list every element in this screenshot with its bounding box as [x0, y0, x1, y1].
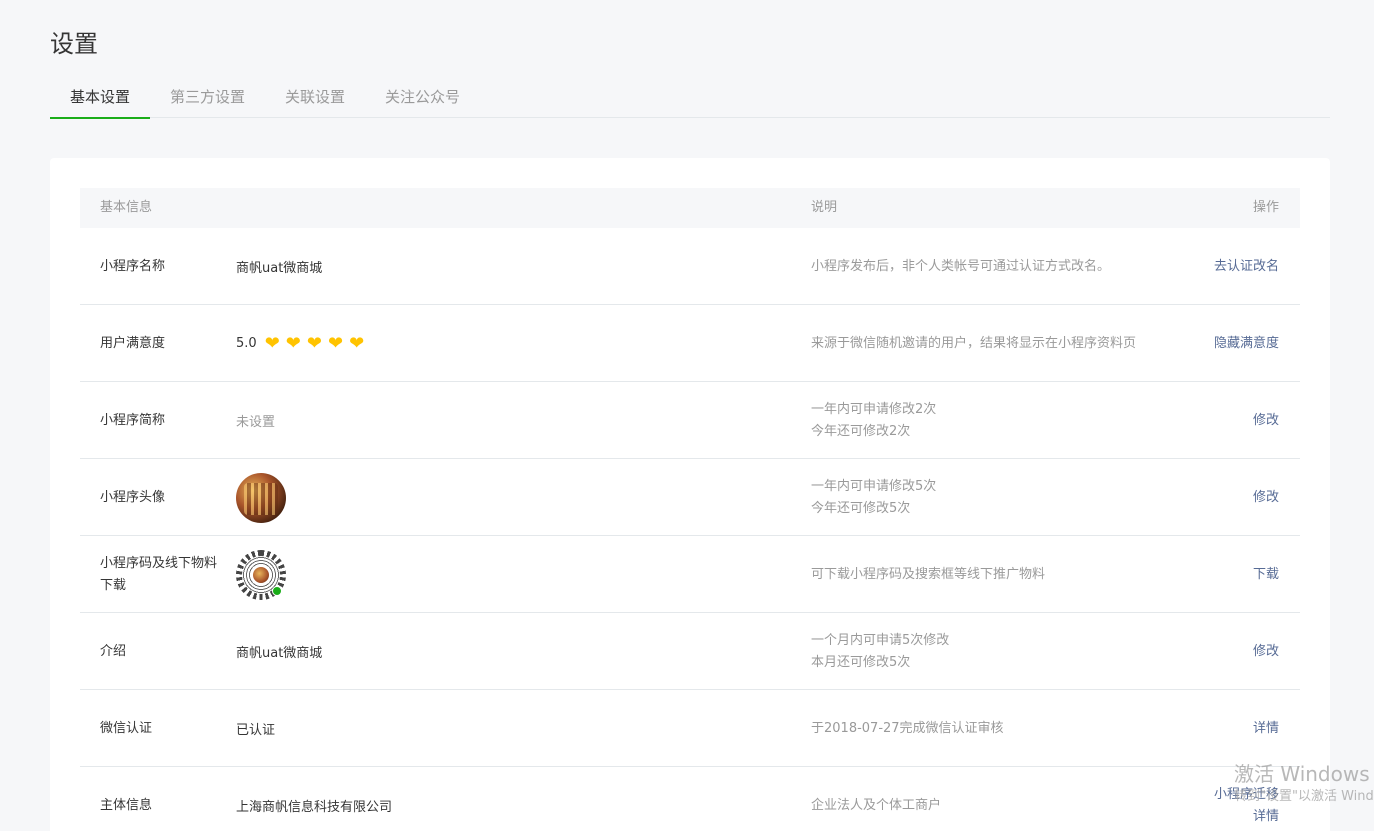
satisfaction-score: 5.0: [236, 336, 257, 351]
certification-details-link[interactable]: 详情: [1253, 718, 1279, 740]
row-operations: 隐藏满意度: [1214, 305, 1279, 382]
migrate-mini-program-link[interactable]: 小程序迁移: [1214, 784, 1279, 806]
row-label: 主体信息: [100, 797, 153, 813]
table-row-wechat-certification: 微信认证 已认证 于2018-07-27完成微信认证审核 详情: [80, 690, 1300, 767]
row-value: 未设置: [236, 415, 276, 430]
row-value: [236, 459, 286, 536]
row-value: [236, 536, 286, 613]
heart-icon: ❤: [349, 332, 365, 354]
table-header: 基本信息 说明 操作: [80, 188, 1300, 228]
mini-program-code-image: [236, 549, 286, 600]
tab-basic-settings[interactable]: 基本设置: [50, 76, 151, 119]
row-value: 5.0 ❤ ❤ ❤ ❤ ❤: [236, 305, 370, 382]
row-value: 上海商帆信息科技有限公司: [236, 800, 393, 815]
heart-icon: ❤: [264, 332, 280, 354]
tab-follow-official-account[interactable]: 关注公众号: [365, 76, 480, 118]
header-description: 说明: [811, 200, 838, 215]
row-value: 商帆uat微商城: [236, 646, 323, 661]
modify-avatar-link[interactable]: 修改: [1253, 487, 1279, 509]
row-description: 一个月内可申请5次修改 本月还可修改5次: [811, 613, 949, 690]
modify-introduction-link[interactable]: 修改: [1253, 641, 1279, 663]
description-line: 本月还可修改5次: [811, 654, 911, 670]
table-row-qrcode-materials: 小程序码及线下物料下载 可下载小程序码及搜索框等线下推广物料 下载: [80, 536, 1300, 613]
row-operations: 小程序迁移 详情: [1214, 767, 1279, 831]
description-line: 企业法人及个体工商户: [811, 797, 942, 813]
row-description: 小程序发布后，非个人类帐号可通过认证方式改名。: [811, 228, 1110, 305]
row-value: 商帆uat微商城: [236, 261, 323, 276]
description-line: 一年内可申请修改2次: [811, 401, 937, 417]
download-link[interactable]: 下载: [1253, 564, 1279, 586]
row-value: 已认证: [236, 723, 276, 738]
description-line: 一个月内可申请5次修改: [811, 632, 950, 648]
description-line: 一年内可申请修改5次: [811, 478, 937, 494]
description-line: 今年还可修改2次: [811, 423, 911, 439]
entity-details-link[interactable]: 详情: [1253, 806, 1279, 828]
description-line: 可下载小程序码及搜索框等线下推广物料: [811, 566, 1046, 582]
row-operations: 去认证改名: [1214, 228, 1279, 305]
row-operations: 修改: [1253, 613, 1279, 690]
table-row-entity-info: 主体信息 上海商帆信息科技有限公司 企业法人及个体工商户 小程序迁移 详情: [80, 767, 1300, 831]
modify-short-name-link[interactable]: 修改: [1253, 410, 1279, 432]
row-operations: 修改: [1253, 459, 1279, 536]
row-description: 可下载小程序码及搜索框等线下推广物料: [811, 536, 1045, 613]
row-description: 于2018-07-27完成微信认证审核: [811, 690, 1004, 767]
description-line: 小程序发布后，非个人类帐号可通过认证方式改名。: [811, 258, 1111, 274]
row-operations: 详情: [1253, 690, 1279, 767]
header-basic-info: 基本信息: [100, 200, 153, 215]
table-row-user-satisfaction: 用户满意度 5.0 ❤ ❤ ❤ ❤ ❤ 来源于微信随机邀请的用户，结果将显示在小…: [80, 305, 1300, 382]
row-label: 介绍: [100, 643, 127, 659]
satisfaction-hearts: ❤ ❤ ❤ ❤ ❤: [264, 332, 370, 354]
table-row-introduction: 介绍 商帆uat微商城 一个月内可申请5次修改 本月还可修改5次 修改: [80, 613, 1300, 690]
wechat-badge-icon: [272, 585, 282, 596]
table-row-mini-program-name: 小程序名称 商帆uat微商城 小程序发布后，非个人类帐号可通过认证方式改名。 去…: [80, 228, 1300, 305]
description-line: 今年还可修改5次: [811, 500, 911, 516]
tab-association-settings[interactable]: 关联设置: [265, 76, 365, 118]
row-label: 小程序头像: [100, 489, 166, 505]
qrcode-center-logo: [251, 564, 271, 585]
row-label: 小程序简称: [100, 412, 166, 428]
basic-info-card: 基本信息 说明 操作 小程序名称 商帆uat微商城 小程序发布后，非个人类帐号可…: [50, 158, 1330, 831]
header-operation: 操作: [1252, 200, 1279, 215]
certify-rename-link[interactable]: 去认证改名: [1214, 256, 1279, 278]
tab-third-party-settings[interactable]: 第三方设置: [150, 76, 265, 118]
row-label: 微信认证: [100, 720, 153, 736]
row-label: 小程序名称: [100, 258, 166, 274]
row-label: 用户满意度: [100, 335, 166, 351]
row-description: 一年内可申请修改2次 今年还可修改2次: [811, 382, 936, 459]
row-description: 来源于微信随机邀请的用户，结果将显示在小程序资料页: [811, 305, 1136, 382]
description-line: 于2018-07-27完成微信认证审核: [811, 720, 1004, 736]
row-description: 一年内可申请修改5次 今年还可修改5次: [811, 459, 936, 536]
row-label: 小程序码及线下物料下载: [100, 555, 218, 593]
row-operations: 修改: [1253, 382, 1279, 459]
table-row-avatar: 小程序头像 一年内可申请修改5次 今年还可修改5次 修改: [80, 459, 1300, 536]
heart-icon: ❤: [285, 332, 301, 354]
heart-icon: ❤: [327, 332, 344, 354]
row-operations: 下载: [1253, 536, 1279, 613]
hide-satisfaction-link[interactable]: 隐藏满意度: [1214, 333, 1279, 355]
settings-page: 设置 基本设置 第三方设置 关联设置 关注公众号 基本信息 说明 操作 小程序名…: [0, 0, 1374, 831]
page-title: 设置: [50, 30, 98, 58]
row-description: 企业法人及个体工商户: [811, 767, 941, 831]
heart-icon: ❤: [306, 332, 322, 354]
description-line: 来源于微信随机邀请的用户，结果将显示在小程序资料页: [811, 335, 1137, 351]
table-row-short-name: 小程序简称 未设置 一年内可申请修改2次 今年还可修改2次 修改: [80, 382, 1300, 459]
settings-tabs: 基本设置 第三方设置 关联设置 关注公众号: [50, 76, 1330, 119]
avatar-image: [236, 472, 286, 523]
